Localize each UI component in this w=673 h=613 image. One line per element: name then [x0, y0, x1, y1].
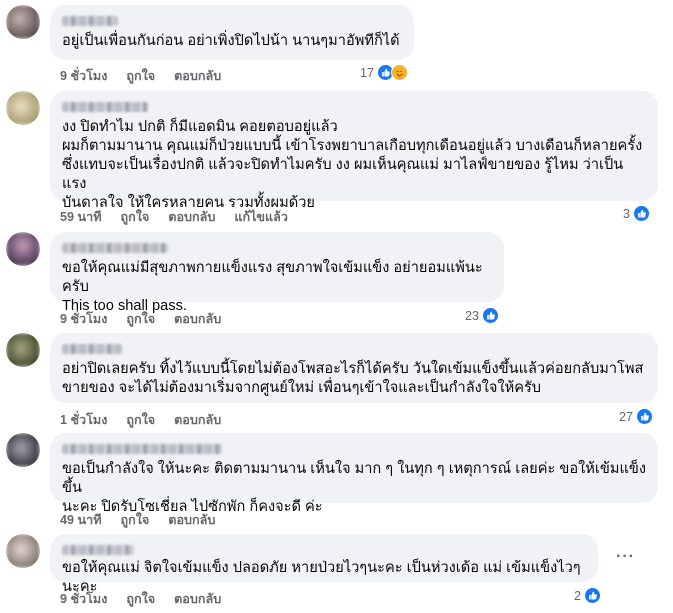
- comment-time[interactable]: 49 นาที: [60, 510, 102, 530]
- reply-button[interactable]: ตอบกลับ: [168, 510, 215, 530]
- commenter-name[interactable]: [62, 16, 118, 26]
- comment-bubble: ขอให้คุณแม่ จิตใจเข้มแข็ง ปลอดภัย หายป่ว…: [50, 534, 598, 595]
- reaction-count[interactable]: 23: [465, 307, 500, 324]
- comment-actions: 49 นาที ถูกใจ ตอบกลับ: [60, 510, 234, 530]
- comment-time[interactable]: 9 ชั่วโมง: [60, 309, 107, 329]
- like-icon: [636, 408, 654, 425]
- commenter-name[interactable]: [62, 444, 222, 454]
- reaction-count[interactable]: 17: [360, 64, 409, 81]
- avatar[interactable]: [6, 232, 40, 266]
- comment-actions: 59 นาที ถูกใจ ตอบกลับ แก้ไขแล้ว: [60, 207, 307, 227]
- reply-button[interactable]: ตอบกลับ: [174, 410, 221, 430]
- like-icon: [584, 587, 602, 604]
- reaction-number: 3: [623, 206, 631, 221]
- comment-text: ขอให้คุณแม่มีสุขภาพกายแข็งแรง สุขภาพใจเข…: [62, 260, 483, 314]
- comment-time[interactable]: 59 นาที: [60, 207, 102, 227]
- comment-time[interactable]: 1 ชั่วโมง: [60, 410, 107, 430]
- care-icon: [391, 64, 409, 81]
- like-button[interactable]: ถูกใจ: [126, 66, 155, 86]
- comment-time[interactable]: 9 ชั่วโมง: [60, 589, 107, 609]
- like-icon: [482, 307, 500, 324]
- like-button[interactable]: ถูกใจ: [126, 410, 155, 430]
- reply-button[interactable]: ตอบกลับ: [174, 66, 221, 86]
- more-options-icon[interactable]: ···: [616, 548, 635, 566]
- comment-text: ขอเป็นกำลังใจ ให้นะคะ ติดตามมานาน เห็นใจ…: [62, 461, 646, 515]
- commenter-name[interactable]: [62, 102, 148, 112]
- comment-actions: 9 ชั่วโมง ถูกใจ ตอบกลับ: [60, 66, 240, 86]
- reaction-count[interactable]: 27: [619, 408, 654, 425]
- reaction-number: 2: [574, 588, 582, 603]
- commenter-name[interactable]: [62, 243, 168, 253]
- comment-bubble: อย่าปิดเลยครับ ทิ้งไว้แบบนี้โดยไม่ต้องโพ…: [50, 333, 658, 403]
- like-icon: [633, 205, 651, 222]
- commenter-name[interactable]: [62, 545, 134, 555]
- avatar[interactable]: [6, 91, 40, 125]
- reaction-count[interactable]: 2: [574, 587, 602, 604]
- comment-bubble: ขอเป็นกำลังใจ ให้นะคะ ติดตามมานาน เห็นใจ…: [50, 433, 658, 515]
- comment-time[interactable]: 9 ชั่วโมง: [60, 66, 107, 86]
- comment-text: งง ปิดทำไม ปกติ ก็มีแอดมิน คอยตอบอยู่แล้…: [62, 119, 643, 211]
- avatar[interactable]: [6, 534, 40, 568]
- avatar[interactable]: [6, 433, 40, 467]
- reaction-count[interactable]: 3: [623, 205, 651, 222]
- reaction-number: 17: [360, 65, 375, 80]
- edited-label[interactable]: แก้ไขแล้ว: [234, 207, 288, 227]
- comment-text: อยู่เป็นเพื่อนกันก่อน อย่าเพิ่งปิดไปน้า …: [62, 33, 400, 49]
- reaction-number: 23: [465, 308, 480, 323]
- reply-button[interactable]: ตอบกลับ: [168, 207, 215, 227]
- comment-actions: 9 ชั่วโมง ถูกใจ ตอบกลับ: [60, 309, 240, 329]
- like-button[interactable]: ถูกใจ: [121, 510, 150, 530]
- commenter-name[interactable]: [62, 344, 122, 354]
- comment-bubble: อยู่เป็นเพื่อนกันก่อน อย่าเพิ่งปิดไปน้า …: [50, 5, 414, 60]
- reply-button[interactable]: ตอบกลับ: [174, 589, 221, 609]
- comment-actions: 9 ชั่วโมง ถูกใจ ตอบกลับ: [60, 589, 240, 609]
- like-button[interactable]: ถูกใจ: [126, 309, 155, 329]
- like-button[interactable]: ถูกใจ: [126, 589, 155, 609]
- comment-bubble: งง ปิดทำไม ปกติ ก็มีแอดมิน คอยตอบอยู่แล้…: [50, 91, 658, 211]
- reply-button[interactable]: ตอบกลับ: [174, 309, 221, 329]
- reaction-number: 27: [619, 409, 634, 424]
- like-button[interactable]: ถูกใจ: [121, 207, 150, 227]
- avatar[interactable]: [6, 333, 40, 367]
- comment-text: อย่าปิดเลยครับ ทิ้งไว้แบบนี้โดยไม่ต้องโพ…: [62, 361, 644, 396]
- comment-bubble: ขอให้คุณแม่มีสุขภาพกายแข็งแรง สุขภาพใจเข…: [50, 232, 504, 314]
- comment-actions: 1 ชั่วโมง ถูกใจ ตอบกลับ: [60, 410, 240, 430]
- avatar[interactable]: [6, 5, 40, 39]
